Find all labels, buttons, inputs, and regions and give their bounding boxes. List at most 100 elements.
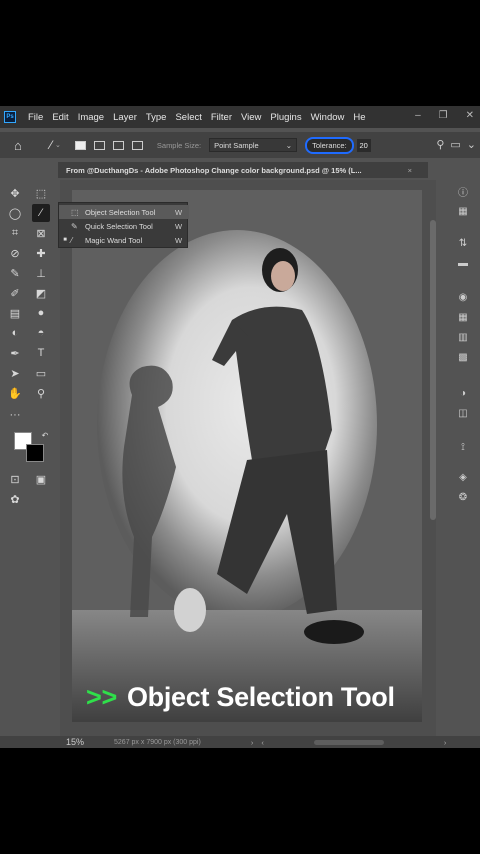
search-icon[interactable]: ⚲ [436,138,444,151]
close-tab-icon[interactable]: × [408,166,412,175]
menu-bar: Ps File Edit Image Layer Type Select Fil… [0,106,480,128]
move-tool-icon[interactable]: ✥ [6,184,24,202]
menu-help[interactable]: He [353,112,365,123]
marquee-tool-icon[interactable]: ⬚ [32,184,50,202]
magic-wand-icon: ⁄ [71,235,73,245]
frame-tool-icon[interactable]: ⊠ [32,224,50,242]
type-tool-icon[interactable]: T [32,344,50,362]
screen-mode-icon[interactable]: ▣ [32,470,50,488]
menu-image[interactable]: Image [78,112,104,123]
menu-plugins[interactable]: Plugins [270,112,301,123]
paths-icon[interactable]: ⟟ [456,440,470,454]
caption-banner: >> Object Selection Tool [86,682,420,712]
status-bar: 15% 5267 px x 7900 px (300 ppi) › ‹ › [0,736,480,748]
intersect-selection-icon[interactable] [131,140,143,150]
menu-view[interactable]: View [241,112,261,123]
brush-tool-icon[interactable]: ✎ [6,264,24,282]
document-tab[interactable]: From @DucthangDs - Adobe Photoshop Chang… [58,162,428,178]
photo-illustration [72,190,422,722]
color-icon[interactable]: ◉ [456,290,470,304]
flyout-item-quick-selection[interactable]: ✎ Quick Selection Tool W [59,219,189,233]
magic-wand-icon[interactable]: ⁄ [50,138,52,152]
workspace-icon[interactable]: ▭ [450,138,460,151]
clone-stamp-icon[interactable]: ⊥ [32,264,50,282]
layers-icon[interactable]: ◈ [456,470,470,484]
more-tools-icon[interactable]: ··· [6,406,24,424]
chevron-down-icon[interactable]: ⌄ [467,138,476,151]
sample-size-label: Sample Size: [156,140,202,150]
scroll-left-icon[interactable]: ‹ [261,738,264,747]
sample-size-dropdown[interactable]: Point Sample ⌄ [209,138,298,152]
gradient-tool-icon[interactable]: ▤ [6,304,24,322]
vertical-scrollbar[interactable] [430,220,436,520]
hand-tool-icon[interactable]: ✋ [6,384,24,402]
generative-fill-icon[interactable]: ✿ [6,490,24,508]
close-window-icon[interactable]: ✕ [466,110,474,121]
object-selection-icon: ⬚ [71,207,79,217]
horizontal-scrollbar[interactable] [313,739,384,745]
lasso-tool-icon[interactable]: ◯ [6,204,24,222]
selection-tool-flyout: ⬚ Object Selection Tool W ✎ Quick Select… [58,202,189,248]
zoom-level[interactable]: 15% [66,737,84,747]
object-selection-tool-icon[interactable]: ⁄ [32,204,50,222]
menu-window[interactable]: Window [311,112,345,123]
burn-tool-icon[interactable]: ◓ [32,324,50,342]
caption-arrows: >> [86,681,117,712]
rectangle-tool-icon[interactable]: ▭ [32,364,50,382]
swap-colors-icon[interactable]: ↶ [36,426,54,444]
photoshop-logo: Ps [4,111,16,123]
menu-edit[interactable]: Edit [52,112,68,123]
menu-layer[interactable]: Layer [113,112,137,123]
right-panel-dock: ⓘ ▦ ⇅ ▬ ◉ ▦ ▥ ▩ ◑ ◫ ⟟ ◈ ❂ [448,180,478,520]
selection-mode-group [74,140,143,150]
add-selection-icon[interactable] [93,140,105,150]
library-icon[interactable]: ▦ [456,204,470,218]
swatches-icon[interactable]: ▦ [456,310,470,324]
path-selection-icon[interactable]: ➤ [6,364,24,382]
pen-tool-icon[interactable]: ✒ [6,344,24,362]
menu-file[interactable]: File [28,112,43,123]
home-icon[interactable]: ⌂ [14,138,30,153]
chevron-down-icon[interactable]: ⌄ [55,141,61,149]
document-title: From @DucthangDs - Adobe Photoshop Chang… [66,165,362,175]
masks-icon[interactable]: ◫ [456,406,470,420]
caption-text: Object Selection Tool [126,681,395,712]
minimize-icon[interactable]: – [415,110,421,121]
new-selection-icon[interactable] [74,140,86,150]
options-right-icons: ⚲ ▭ ⌄ [436,138,476,151]
status-expand-icon[interactable]: › [251,738,254,747]
background-color-swatch[interactable] [26,444,44,462]
patterns-icon[interactable]: ▩ [456,350,470,364]
chevron-down-icon: ⌄ [285,140,293,150]
flyout-item-magic-wand[interactable]: ■ ⁄ Magic Wand Tool W [59,233,189,247]
menu-filter[interactable]: Filter [211,112,232,123]
menu-select[interactable]: Select [175,112,201,123]
blur-tool-icon[interactable]: ● [32,304,50,322]
crop-tool-icon[interactable]: ⌗ [6,224,24,242]
subtract-selection-icon[interactable] [112,140,124,150]
restore-icon[interactable]: ❐ [439,110,448,121]
adjustments-icon[interactable]: ◑ [456,386,470,400]
adjust-icon[interactable]: ⇅ [456,236,470,250]
eyedropper-tool-icon[interactable]: ⊘ [6,244,24,262]
history-brush-icon[interactable]: ✐ [6,284,24,302]
scroll-right-icon[interactable]: › [444,738,447,747]
tolerance-input[interactable]: 20 [356,138,371,152]
channels-icon[interactable]: ❂ [456,490,470,504]
flyout-item-object-selection[interactable]: ⬚ Object Selection Tool W [59,205,189,219]
zoom-tool-icon[interactable]: ⚲ [32,384,50,402]
sample-size-value: Point Sample [214,140,259,150]
dodge-tool-icon[interactable]: ◐ [6,324,24,342]
comment-icon[interactable]: ▬ [456,256,470,270]
photoshop-window: Ps File Edit Image Layer Type Select Fil… [0,106,480,748]
gradients-icon[interactable]: ▥ [456,330,470,344]
window-controls: – ❐ ✕ [415,110,474,121]
canvas-area[interactable]: >> Object Selection Tool [60,180,436,736]
canvas-image[interactable]: >> Object Selection Tool [72,190,422,722]
healing-brush-icon[interactable]: ✚ [32,244,50,262]
info-icon[interactable]: ⓘ [456,184,470,199]
eraser-tool-icon[interactable]: ◩ [32,284,50,302]
tools-panel: ✥ ⬚ ◯ ⁄ ⌗ ⊠ ⊘ ✚ ✎ ⊥ ✐ ◩ ▤ ● ◐ ◓ ✒ T ➤ ▭ … [2,180,54,520]
menu-type[interactable]: Type [146,112,167,123]
quick-mask-icon[interactable]: ⊡ [6,470,24,488]
